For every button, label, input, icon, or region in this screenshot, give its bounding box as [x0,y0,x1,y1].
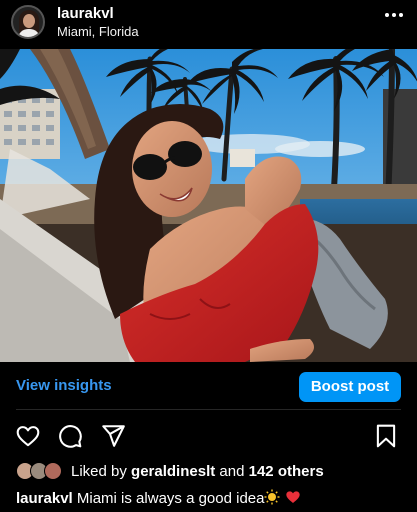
likes-connector: and [219,463,245,480]
liker-avatar [44,462,62,480]
liker-avatars [16,462,66,480]
likes-row[interactable]: Liked by geraldineslt and 142 others [16,460,411,482]
caption-username[interactable]: laurakvl [16,490,73,507]
view-insights-link[interactable]: View insights [16,377,112,394]
caption-text: Miami is always a good idea [76,490,265,507]
bookmark-icon[interactable] [373,423,399,449]
profile-avatar[interactable] [11,5,45,39]
heart-icon[interactable] [15,423,41,449]
cloud [275,141,365,157]
avatar-face [23,14,35,28]
boost-post-button[interactable]: Boost post [299,372,401,402]
action-bar [0,420,417,450]
caption: laurakvl Miami is always a good idea [16,489,301,507]
post-photo[interactable] [0,49,417,362]
liker-username[interactable]: geraldineslt [131,463,215,480]
post-username[interactable]: laurakvl [57,5,114,22]
likes-text: Liked by geraldineslt and 142 others [71,463,324,480]
sun-emoji [264,489,280,505]
post-location[interactable]: Miami, Florida [57,24,139,39]
share-icon[interactable] [100,423,126,449]
more-horizontal-icon[interactable] [385,13,403,19]
palm-trunk [331,56,340,192]
post-header: laurakvl Miami, Florida [0,0,417,46]
comment-icon[interactable] [57,423,83,449]
likes-others[interactable]: 142 others [249,463,324,480]
insights-row: View insights Boost post [0,362,417,410]
divider [16,409,401,410]
likes-prefix: Liked by [71,463,127,480]
red-heart-emoji [285,491,300,503]
